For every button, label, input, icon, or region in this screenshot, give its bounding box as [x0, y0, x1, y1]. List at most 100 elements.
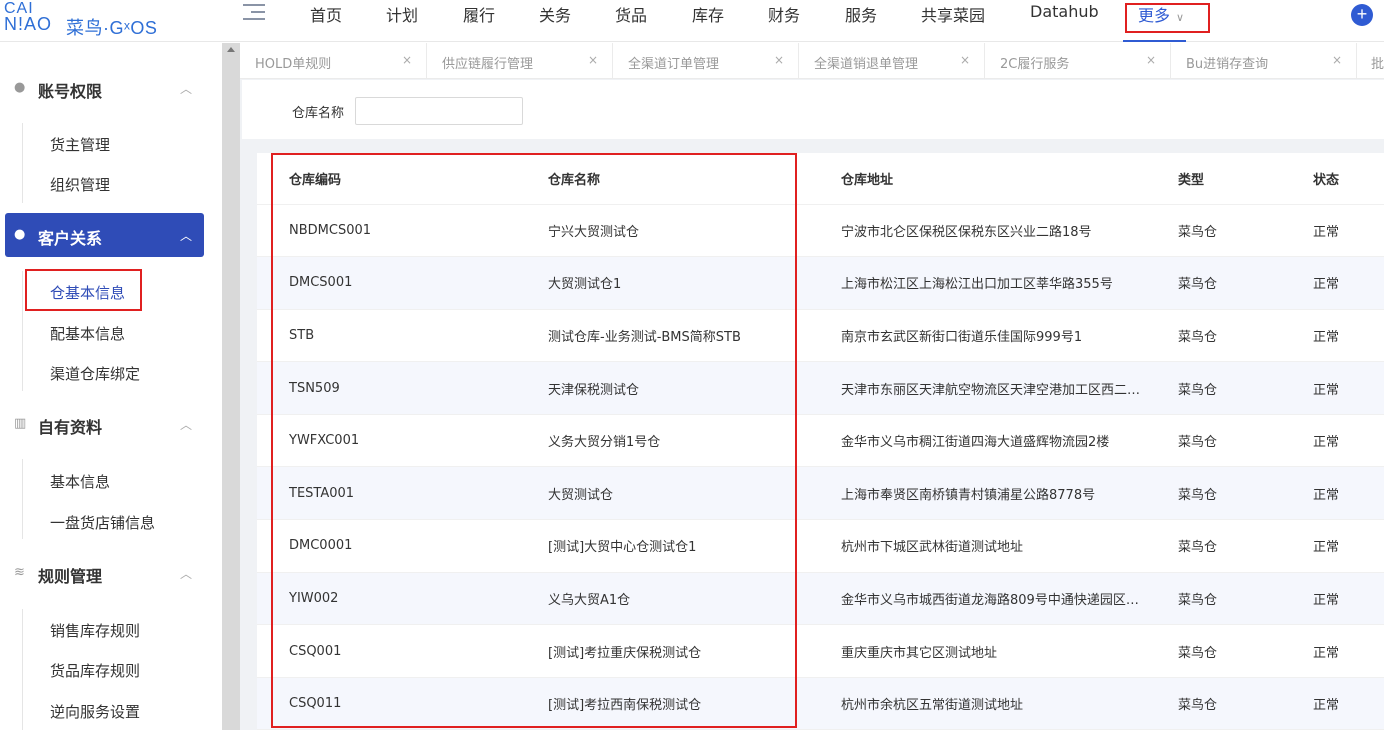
- chevron-down-icon: ∨: [1176, 11, 1185, 24]
- submenu-guide-line: [22, 459, 23, 539]
- nav-item-goods[interactable]: 货品: [615, 2, 647, 26]
- tab-bu-inventory[interactable]: Bu进销存查询 ×: [1171, 43, 1357, 79]
- sidebar-scrollbar[interactable]: [222, 43, 240, 730]
- tab-omni-orders[interactable]: 全渠道订单管理 ×: [613, 43, 799, 79]
- cell-warehouse-name: 义务大贸分销1号仓: [548, 414, 841, 468]
- nav-item-plan[interactable]: 计划: [386, 2, 418, 26]
- cell-type: 菜鸟仓: [1178, 466, 1313, 521]
- tab-label: 供应链履行管理: [442, 57, 534, 72]
- cell-status: 正常: [1313, 466, 1384, 521]
- tab-batch[interactable]: 批: [1357, 43, 1384, 79]
- header-warehouse-address[interactable]: 仓库地址: [841, 153, 1178, 205]
- table-row[interactable]: YWFXC001 义务大贸分销1号仓 金华市义乌市稠江街道四海大道盛辉物流园2楼 菜鸟…: [257, 414, 1384, 468]
- sidebar-item-channel-binding[interactable]: 渠道仓库绑定: [50, 363, 140, 384]
- close-icon[interactable]: ×: [402, 53, 412, 67]
- nav-item-finance[interactable]: 财务: [768, 2, 800, 26]
- users-icon: ●: [14, 227, 26, 242]
- nav-item-inventory[interactable]: 库存: [692, 2, 724, 26]
- page-tabs: HOLD单规则 × 供应链履行管理 × 全渠道订单管理 × 全渠道销退单管理 ×…: [240, 43, 1384, 79]
- close-icon[interactable]: ×: [1146, 53, 1156, 67]
- table-row[interactable]: STB 测试仓库-业务测试-BMS简称STB 南京市玄武区新街口街道乐佳国际999号…: [257, 309, 1384, 363]
- sidebar-item-owner-mgmt[interactable]: 货主管理: [50, 134, 110, 155]
- sidebar-item-goods-stock-rule[interactable]: 货品库存规则: [50, 660, 140, 681]
- header-status[interactable]: 状态: [1313, 153, 1384, 205]
- nav-item-home[interactable]: 首页: [310, 2, 342, 26]
- cell-status: 正常: [1313, 677, 1384, 730]
- sidebar-section-account[interactable]: ● 账号权限 ︿: [0, 66, 222, 110]
- close-icon[interactable]: ×: [588, 53, 598, 67]
- collapse-menu-icon[interactable]: [243, 4, 265, 22]
- close-icon[interactable]: ×: [1332, 53, 1342, 67]
- tab-omni-returns[interactable]: 全渠道销退单管理 ×: [799, 43, 985, 79]
- cell-warehouse-code: DMCS001: [257, 256, 548, 310]
- sidebar-item-org-mgmt[interactable]: 组织管理: [50, 174, 110, 195]
- tab-supply-chain[interactable]: 供应链履行管理 ×: [427, 43, 613, 79]
- header-type[interactable]: 类型: [1178, 153, 1313, 205]
- cell-warehouse-address: 上海市松江区上海松江出口加工区莘华路355号: [841, 256, 1178, 310]
- tab-hold-rule[interactable]: HOLD单规则 ×: [240, 43, 427, 79]
- tab-2c-fulfillment[interactable]: 2C履行服务 ×: [985, 43, 1171, 79]
- table-row[interactable]: DMCS001 大贸测试仓1 上海市松江区上海松江出口加工区莘华路355号 菜鸟仓 正常: [257, 256, 1384, 310]
- table-row[interactable]: YIW002 义乌大贸A1仓 金华市义乌市城西街道龙海路809号中通快递园区… 菜鸟仓…: [257, 572, 1384, 626]
- table-row[interactable]: DMC0001 [测试]大贸中心仓测试仓1 杭州市下城区武林街道测试地址 菜鸟仓 正常: [257, 519, 1384, 573]
- header-warehouse-name[interactable]: 仓库名称: [548, 153, 841, 205]
- tab-label: 全渠道订单管理: [628, 57, 720, 72]
- table-row[interactable]: CSQ011 [测试]考拉西南保税测试仓 杭州市余杭区五常街道测试地址 菜鸟仓 正常: [257, 677, 1384, 730]
- books-icon: ▥: [14, 416, 27, 431]
- warehouse-table-panel: 仓库编码 仓库名称 仓库地址 类型 状态 NBDMCS001 宁兴大贸测试仓 宁波市…: [257, 153, 1384, 730]
- tab-label: 全渠道销退单管理: [814, 57, 919, 72]
- cell-type: 菜鸟仓: [1178, 624, 1313, 678]
- cell-warehouse-address: 金华市义乌市城西街道龙海路809号中通快递园区…: [841, 572, 1178, 626]
- sidebar-section-label: 自有资料: [38, 418, 103, 437]
- table-row[interactable]: TSN509 天津保税测试仓 天津市东丽区天津航空物流区天津空港加工区西二… 菜鸟仓正…: [257, 361, 1384, 415]
- sidebar-item-reverse-service[interactable]: 逆向服务设置: [50, 701, 140, 722]
- sidebar-section-label: 规则管理: [38, 567, 103, 586]
- cell-warehouse-address: 宁波市北仑区保税区保税东区兴业二路18号: [841, 204, 1178, 258]
- sidebar-item-sales-stock-rule[interactable]: 销售库存规则: [50, 620, 140, 641]
- nav-item-service[interactable]: 服务: [845, 2, 877, 26]
- cell-status: 正常: [1313, 414, 1384, 468]
- nav-item-more[interactable]: 更多 ∨: [1138, 2, 1184, 26]
- sidebar-section-own-data[interactable]: ▥ 自有资料 ︿: [0, 402, 222, 446]
- cainiao-logo[interactable]: CAI N!AO 菜鸟·GˣOS: [4, 0, 174, 38]
- cell-type: 菜鸟仓: [1178, 204, 1313, 258]
- cell-status: 正常: [1313, 309, 1384, 363]
- header-warehouse-code[interactable]: 仓库编码: [257, 153, 548, 205]
- table-row[interactable]: TESTA001 大贸测试仓 上海市奉贤区南桥镇青村镇浦星公路8778号 菜鸟仓 正常: [257, 466, 1384, 521]
- sidebar-section-customer[interactable]: ● 客户关系 ︿: [5, 213, 204, 257]
- submenu-guide-line: [22, 609, 23, 730]
- chevron-up-icon: ︿: [180, 82, 193, 96]
- cell-type: 菜鸟仓: [1178, 361, 1313, 415]
- tab-label: 2C履行服务: [1000, 57, 1070, 72]
- sidebar-section-label: 客户关系: [38, 229, 103, 248]
- nav-item-customs[interactable]: 关务: [539, 2, 571, 26]
- sidebar-item-basic-info[interactable]: 基本信息: [50, 471, 110, 492]
- cell-status: 正常: [1313, 572, 1384, 626]
- warehouse-name-input[interactable]: [355, 97, 523, 125]
- sidebar-section-label: 账号权限: [38, 82, 103, 101]
- cell-warehouse-address: 上海市奉贤区南桥镇青村镇浦星公路8778号: [841, 466, 1178, 521]
- scroll-up-arrow-icon[interactable]: [227, 47, 235, 52]
- cell-type: 菜鸟仓: [1178, 309, 1313, 363]
- cell-warehouse-address: 天津市东丽区天津航空物流区天津空港加工区西二…: [841, 361, 1178, 415]
- nav-item-shared-garden[interactable]: 共享菜园: [921, 2, 985, 26]
- nav-item-datahub[interactable]: Datahub: [1030, 2, 1099, 21]
- close-icon[interactable]: ×: [960, 53, 970, 67]
- chevron-up-icon: ︿: [180, 229, 193, 243]
- close-icon[interactable]: ×: [774, 53, 784, 67]
- sidebar-item-warehouse-info[interactable]: 仓基本信息: [50, 282, 125, 303]
- nav-item-fulfillment[interactable]: 履行: [463, 2, 495, 26]
- chevron-up-icon: ︿: [180, 567, 193, 581]
- cell-type: 菜鸟仓: [1178, 572, 1313, 626]
- sidebar-item-store-info[interactable]: 一盘货店铺信息: [50, 512, 155, 533]
- add-icon[interactable]: +: [1351, 4, 1373, 26]
- table-row[interactable]: CSQ001 [测试]考拉重庆保税测试仓 重庆重庆市其它区测试地址 菜鸟仓 正常: [257, 624, 1384, 678]
- tab-label: Bu进销存查询: [1186, 57, 1269, 72]
- cell-status: 正常: [1313, 256, 1384, 310]
- sidebar-item-delivery-info[interactable]: 配基本信息: [50, 323, 125, 344]
- cell-warehouse-code: TESTA001: [257, 466, 548, 521]
- table-row[interactable]: NBDMCS001 宁兴大贸测试仓 宁波市北仑区保税区保税东区兴业二路18号 菜鸟仓正…: [257, 204, 1384, 258]
- sidebar-section-rules[interactable]: ≋ 规则管理 ︿: [0, 551, 222, 595]
- cell-warehouse-code: YIW002: [257, 572, 548, 626]
- cell-warehouse-name: [测试]大贸中心仓测试仓1: [548, 519, 841, 573]
